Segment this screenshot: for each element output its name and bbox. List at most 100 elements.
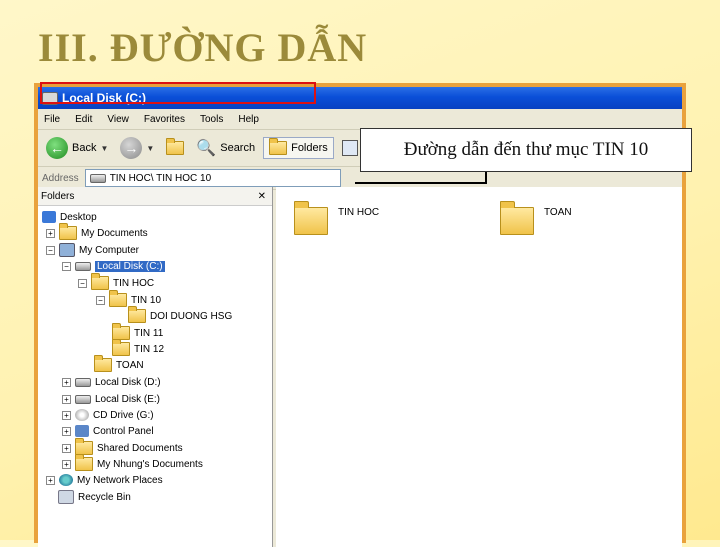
tree-item-local-disk-e[interactable]: + Local Disk (E:) [62, 391, 160, 407]
folder-icon [59, 223, 77, 240]
drive-icon [75, 261, 91, 271]
address-highlight-box [40, 82, 316, 104]
tree-item-desktop[interactable]: Desktop [42, 209, 97, 225]
folder-icon [75, 438, 93, 455]
expand-icon[interactable]: + [62, 377, 71, 387]
tree-label: TIN 10 [131, 294, 162, 306]
folder-icon [128, 306, 146, 323]
menu-tools[interactable]: Tools [194, 114, 232, 125]
drive-icon [89, 173, 106, 183]
close-icon[interactable]: ✕ [258, 191, 266, 202]
tree-label: Desktop [60, 211, 97, 223]
explorer-content: Folders ✕ Desktop + My Documents − My Comp… [38, 187, 682, 547]
drive-icon [75, 394, 91, 404]
folders-pane-header: Folders ✕ [38, 187, 272, 206]
folders-button[interactable]: Folders [263, 137, 334, 159]
tree-label: My Network Places [77, 474, 163, 486]
tree-label: TOAN [116, 359, 144, 371]
menu-bar: File Edit View Favorites Tools Help [38, 109, 682, 130]
folders-pane-title: Folders [41, 190, 75, 202]
tree-item-tin-hoc[interactable]: − TIN HOC [78, 273, 155, 291]
chevron-down-icon[interactable]: ▼ [146, 144, 154, 153]
folder-item-tin-hoc[interactable]: TIN HOC [294, 201, 380, 235]
tree-item-local-disk-c[interactable]: − Local Disk (C:) [62, 258, 165, 274]
tree-item-doi-duong-hsg[interactable]: DOI DUONG HSG [128, 306, 233, 324]
back-button[interactable]: ← Back ▼ [42, 135, 112, 161]
folder-icon [269, 138, 288, 155]
menu-help[interactable]: Help [232, 114, 268, 125]
folder-item-toan[interactable]: TOAN [500, 201, 572, 235]
tree-item-cd-drive-g[interactable]: + CD Drive (G:) [62, 407, 154, 423]
tree-item-local-disk-d[interactable]: + Local Disk (D:) [62, 374, 161, 390]
folder-up-icon [166, 138, 185, 155]
folders-pane: Folders ✕ Desktop + My Documents − My Comp… [38, 187, 273, 547]
tree-item-my-network-places[interactable]: + My Network Places [46, 472, 163, 488]
control-panel-icon [75, 425, 89, 437]
tree-label: TIN HOC [113, 277, 155, 289]
folder-icon [112, 339, 130, 356]
up-button[interactable] [162, 138, 188, 157]
tree-item-recycle-bin[interactable]: Recycle Bin [58, 489, 131, 505]
tree-label: TIN 11 [134, 327, 164, 339]
drive-icon [75, 377, 91, 387]
collapse-icon[interactable]: − [62, 261, 71, 271]
tree-label: DOI DUONG HSG [150, 310, 233, 322]
recycle-bin-icon [58, 490, 74, 504]
tree-label: TIN 12 [134, 343, 165, 355]
tree-label: Control Panel [93, 425, 154, 437]
collapse-icon[interactable]: − [96, 295, 105, 305]
folder-icon [75, 454, 93, 471]
folder-open-icon [109, 290, 127, 307]
views-icon [341, 140, 358, 156]
search-icon: 🔍 [196, 140, 217, 157]
cd-icon [75, 409, 89, 421]
expand-icon[interactable]: + [46, 228, 55, 238]
tree-label: My Documents [81, 227, 148, 239]
folder-icon [112, 323, 130, 340]
tree-item-my-nhungs-documents[interactable]: + My Nhung's Documents [62, 454, 203, 472]
tree-item-tin-12[interactable]: TIN 12 [112, 339, 165, 357]
menu-edit[interactable]: Edit [69, 114, 101, 125]
expand-icon[interactable]: + [46, 475, 55, 485]
back-label: Back [72, 142, 97, 154]
tree-item-my-documents[interactable]: + My Documents [46, 223, 148, 241]
expand-icon[interactable]: + [62, 426, 71, 436]
tree-item-my-computer[interactable]: − My Computer [46, 242, 139, 258]
tree-label: Local Disk (D:) [95, 376, 161, 388]
collapse-icon[interactable]: − [78, 278, 87, 288]
views-button[interactable] [338, 138, 362, 158]
tree-item-toan[interactable]: TOAN [94, 355, 144, 373]
tree-label: Local Disk (E:) [95, 393, 161, 405]
expand-icon[interactable]: + [62, 410, 71, 420]
address-input[interactable]: TIN HOC\ TIN HOC 10 [84, 169, 341, 187]
tree-item-control-panel[interactable]: + Control Panel [62, 423, 154, 439]
expand-icon[interactable]: + [62, 394, 71, 404]
search-label: Search [220, 142, 256, 154]
slide-title: III. ĐƯỜNG DẪN [38, 25, 368, 70]
folder-icon [94, 355, 112, 372]
folder-item-label: TIN HOC [338, 207, 380, 218]
back-arrow-icon: ← [46, 137, 68, 159]
expand-icon[interactable]: + [62, 459, 71, 469]
menu-file[interactable]: File [38, 114, 69, 125]
tree-label: Recycle Bin [78, 491, 131, 503]
chevron-down-icon[interactable]: ▼ [100, 144, 108, 153]
path-callout: Đường dẫn đến thư mục TIN 10 [360, 128, 692, 172]
tree-label: CD Drive (G:) [93, 409, 154, 421]
menu-favorites[interactable]: Favorites [138, 114, 194, 125]
folder-icon [294, 201, 328, 235]
callout-connector [485, 172, 487, 184]
forward-button[interactable]: → ▼ [116, 135, 158, 161]
folder-open-icon [91, 273, 109, 290]
tree-label: My Computer [79, 244, 140, 256]
address-value: TIN HOC\ TIN HOC 10 [109, 172, 212, 184]
tree-label: Local Disk (C:) [95, 260, 165, 272]
callout-connector [355, 182, 487, 184]
tree-label: My Nhung's Documents [97, 458, 203, 470]
folder-item-label: TOAN [544, 207, 572, 218]
collapse-icon[interactable]: − [46, 245, 55, 255]
tree-label: Shared Documents [97, 442, 183, 454]
expand-icon[interactable]: + [62, 443, 71, 453]
menu-view[interactable]: View [101, 114, 138, 125]
search-button[interactable]: 🔍 Search [192, 136, 259, 160]
